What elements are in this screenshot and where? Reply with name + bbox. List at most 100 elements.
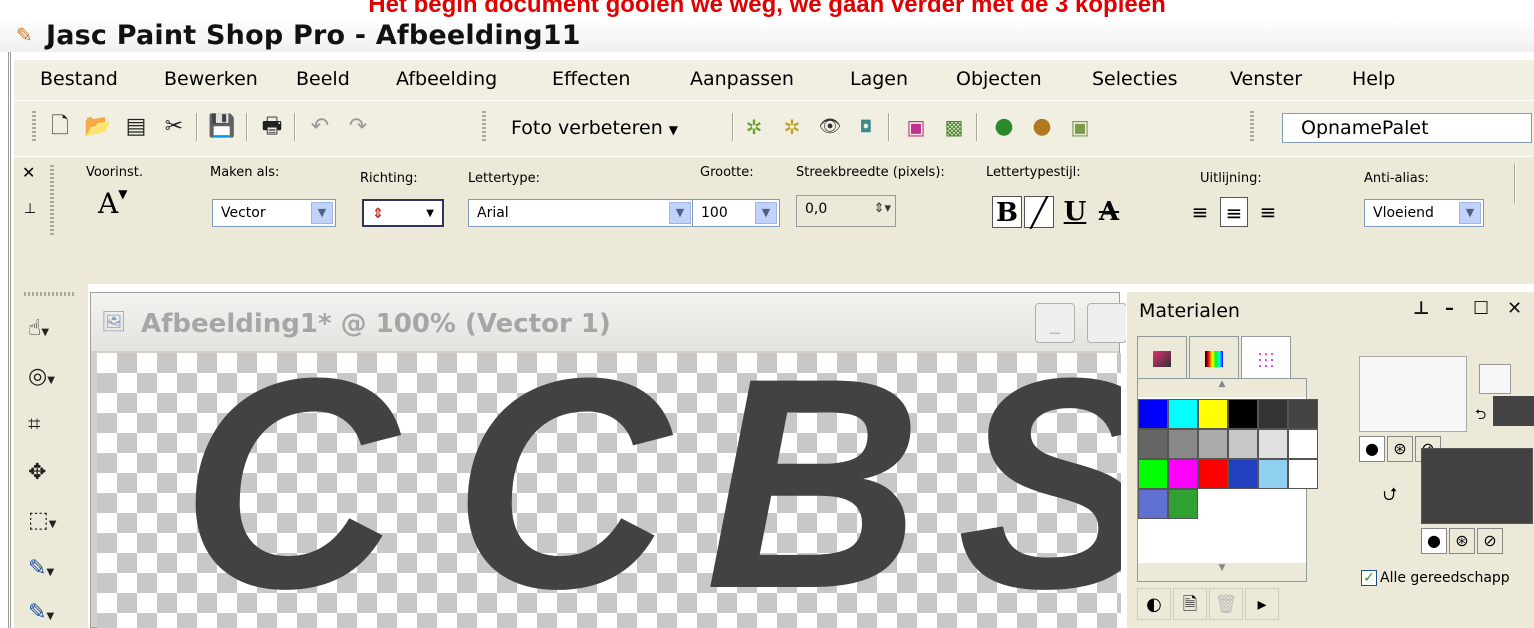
menu-objecten[interactable]: Objecten [956, 68, 1042, 90]
swap-colors-icon[interactable]: ⮍ [1383, 482, 1397, 512]
script-icon[interactable]: ▣ [1064, 111, 1096, 143]
align-center-icon[interactable]: ≡ [1220, 197, 1248, 227]
color-swatch[interactable] [1168, 489, 1198, 519]
new-swatch-icon[interactable]: 🗎 [1173, 588, 1207, 620]
strikethrough-button[interactable]: A [1094, 196, 1124, 228]
scan-icon[interactable]: ✂ [158, 111, 190, 143]
close-icon[interactable]: ✕ [1507, 298, 1522, 319]
size-select[interactable]: 100 ▼ [692, 199, 780, 227]
menu-effecten[interactable]: Effecten [552, 68, 630, 90]
one-step-photo-fix-icon[interactable]: ✲ [738, 111, 770, 143]
chevron-up-icon[interactable]: ▲ [1138, 379, 1306, 397]
gradient-style-icon[interactable]: ⊛ [1449, 528, 1475, 554]
materials-palette-icon[interactable]: ● [988, 111, 1020, 143]
menu-beeld[interactable]: Beeld [296, 68, 350, 90]
color-swatch[interactable] [1288, 429, 1318, 459]
color-swatch[interactable] [1288, 459, 1318, 489]
menu-aanpassen[interactable]: Aanpassen [690, 68, 794, 90]
zoom-icon[interactable]: ◎▼ [28, 360, 84, 394]
menu-afbeelding[interactable]: Afbeelding [396, 68, 497, 90]
tool-options-icon[interactable]: ● [1026, 111, 1058, 143]
color-swatch[interactable] [1138, 399, 1168, 429]
swatch-view-icon[interactable]: ◐ [1137, 588, 1171, 620]
maximize-icon[interactable]: ☐ [1473, 298, 1489, 319]
solid-color-icon[interactable]: ● [1421, 528, 1447, 554]
toolbar-grip[interactable] [1250, 111, 1254, 143]
maximize-button[interactable] [1087, 303, 1127, 343]
color-swatch[interactable] [1138, 459, 1168, 489]
color-swatch[interactable] [1258, 429, 1288, 459]
solid-color-icon[interactable]: ● [1359, 436, 1385, 462]
pin-icon[interactable]: ⊥ [24, 201, 36, 217]
all-tools-checkbox[interactable]: ✓ Alle gereedschapp [1361, 570, 1510, 586]
close-icon[interactable]: ✕ [22, 163, 35, 182]
foto-verbeteren-dropdown[interactable]: Foto verbeteren ▼ [511, 113, 678, 143]
clarify-icon[interactable]: ◘ [850, 111, 882, 143]
gradient-style-icon[interactable]: ⊛ [1387, 436, 1413, 462]
new-file-icon[interactable]: 🗋 [44, 111, 76, 143]
menu-lagen[interactable]: Lagen [850, 68, 908, 90]
more-options-icon[interactable]: ▸ [1245, 588, 1279, 620]
browse-icon[interactable]: ▤ [120, 111, 152, 143]
pin-icon[interactable]: ⊥ [1413, 298, 1429, 319]
stroke-width-spinner[interactable]: 0,0 ⇕▾ [796, 195, 896, 227]
minimize-button[interactable]: _ [1035, 303, 1075, 343]
color-swatch[interactable] [1228, 459, 1258, 489]
toolbar-grip[interactable] [32, 111, 36, 143]
font-select[interactable]: Arial ▼ [468, 199, 694, 227]
print-icon[interactable]: 🖶 [256, 111, 288, 143]
red-eye-icon[interactable]: 👁 [814, 111, 846, 143]
mini-foreground-swatch[interactable] [1479, 364, 1511, 394]
document-titlebar[interactable]: 🖼 Afbeelding1* @ 100% (Vector 1) _ [91, 293, 1127, 351]
redo-icon[interactable]: ↷ [342, 111, 374, 143]
selection-icon[interactable]: ⬚▼ [28, 504, 84, 538]
color-swatch[interactable] [1258, 399, 1288, 429]
undo-icon[interactable]: ↶ [304, 111, 336, 143]
options-grip[interactable] [50, 165, 54, 235]
color-swatch[interactable] [1168, 429, 1198, 459]
overview-icon[interactable]: ▩ [938, 111, 970, 143]
menu-selecties[interactable]: Selecties [1092, 68, 1177, 90]
transparent-icon[interactable]: ⊘ [1477, 528, 1503, 554]
image-canvas[interactable]: C C B S [97, 353, 1121, 628]
create-as-select[interactable]: Vector ▼ [212, 199, 336, 227]
checkmark-icon[interactable]: ✓ [1361, 570, 1377, 586]
dropper-icon[interactable]: ✎▼ [28, 552, 84, 586]
menu-bestand[interactable]: Bestand [40, 68, 118, 90]
chevron-down-icon[interactable]: ▼ [1138, 563, 1306, 581]
spinner-arrows-icon[interactable]: ⇕▾ [874, 196, 891, 222]
antialias-select[interactable]: Vloeiend ▼ [1364, 199, 1484, 227]
auto-color-icon[interactable]: ✲ [776, 111, 808, 143]
color-swatch[interactable] [1228, 399, 1258, 429]
minimize-icon[interactable]: – [1445, 298, 1454, 319]
crop-icon[interactable]: ⌗ [28, 408, 84, 442]
menu-bewerken[interactable]: Bewerken [164, 68, 258, 90]
palette-select[interactable]: OpnamePalet [1282, 113, 1532, 143]
tab-gradient[interactable] [1189, 336, 1239, 380]
layer-palette-icon[interactable]: ▣ [900, 111, 932, 143]
bold-button[interactable]: B [992, 196, 1022, 228]
align-left-icon[interactable]: ≡ [1186, 197, 1214, 227]
color-swatch[interactable] [1168, 399, 1198, 429]
save-icon[interactable]: 💾 [206, 111, 238, 143]
paint-brush-icon[interactable]: ✎▼ [28, 596, 84, 628]
tab-color-picker[interactable] [1137, 336, 1187, 380]
delete-swatch-icon[interactable]: 🗑 [1209, 588, 1243, 620]
color-swatch[interactable] [1138, 429, 1168, 459]
align-right-icon[interactable]: ≡ [1254, 197, 1282, 227]
open-folder-icon[interactable]: 📂 [82, 111, 114, 143]
toolbar-grip[interactable] [482, 111, 486, 143]
pan-hand-icon[interactable]: ☝▼ [28, 312, 84, 346]
foreground-color-box[interactable] [1359, 356, 1467, 432]
toolbar-grip[interactable] [24, 292, 74, 296]
underline-button[interactable]: U [1060, 196, 1090, 228]
color-swatch[interactable] [1198, 429, 1228, 459]
color-swatch[interactable] [1258, 459, 1288, 489]
color-swatch[interactable] [1198, 399, 1228, 429]
color-swatch[interactable] [1198, 459, 1228, 489]
move-icon[interactable]: ✥ [28, 456, 84, 490]
tab-swatches[interactable] [1241, 336, 1291, 382]
color-swatch[interactable] [1288, 399, 1318, 429]
color-swatch[interactable] [1138, 489, 1168, 519]
background-color-box[interactable] [1421, 448, 1533, 524]
